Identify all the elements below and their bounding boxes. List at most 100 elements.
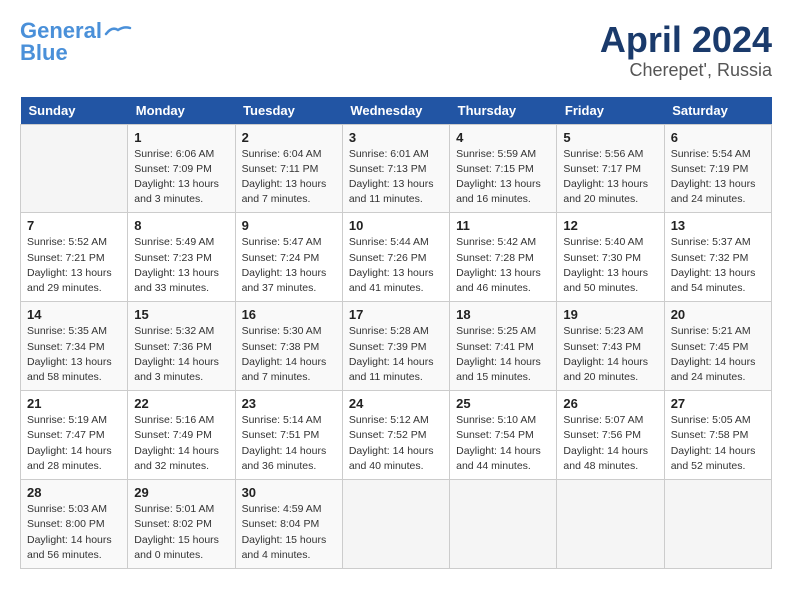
day-info: Sunrise: 6:01 AM Sunset: 7:13 PM Dayligh… [349,147,443,208]
day-number: 15 [134,307,228,322]
day-number: 20 [671,307,765,322]
day-cell: 17 Sunrise: 5:28 AM Sunset: 7:39 PM Dayli… [342,302,449,391]
day-number: 24 [349,396,443,411]
day-info: Sunrise: 6:06 AM Sunset: 7:09 PM Dayligh… [134,147,228,208]
day-cell [557,480,664,569]
day-number: 12 [563,218,657,233]
page-header: General Blue April 2024 Cherepet', Russi… [20,20,772,81]
logo-text: General Blue [20,20,102,64]
day-number: 22 [134,396,228,411]
day-info: Sunrise: 5:59 AM Sunset: 7:15 PM Dayligh… [456,147,550,208]
day-cell: 13 Sunrise: 5:37 AM Sunset: 7:32 PM Dayli… [664,213,771,302]
day-cell: 16 Sunrise: 5:30 AM Sunset: 7:38 PM Dayli… [235,302,342,391]
day-number: 8 [134,218,228,233]
day-number: 16 [242,307,336,322]
day-info: Sunrise: 5:40 AM Sunset: 7:30 PM Dayligh… [563,235,657,296]
day-info: Sunrise: 5:37 AM Sunset: 7:32 PM Dayligh… [671,235,765,296]
day-cell: 24 Sunrise: 5:12 AM Sunset: 7:52 PM Dayli… [342,391,449,480]
day-info: Sunrise: 5:23 AM Sunset: 7:43 PM Dayligh… [563,324,657,385]
day-info: Sunrise: 5:54 AM Sunset: 7:19 PM Dayligh… [671,147,765,208]
day-cell: 19 Sunrise: 5:23 AM Sunset: 7:43 PM Dayli… [557,302,664,391]
col-header-tuesday: Tuesday [235,97,342,125]
week-row-2: 7 Sunrise: 5:52 AM Sunset: 7:21 PM Daylig… [21,213,772,302]
day-cell [664,480,771,569]
day-number: 6 [671,130,765,145]
day-info: Sunrise: 5:52 AM Sunset: 7:21 PM Dayligh… [27,235,121,296]
day-number: 10 [349,218,443,233]
day-info: Sunrise: 5:44 AM Sunset: 7:26 PM Dayligh… [349,235,443,296]
day-number: 11 [456,218,550,233]
title-section: April 2024 Cherepet', Russia [600,20,772,81]
week-row-4: 21 Sunrise: 5:19 AM Sunset: 7:47 PM Dayli… [21,391,772,480]
day-cell: 10 Sunrise: 5:44 AM Sunset: 7:26 PM Dayli… [342,213,449,302]
day-cell: 12 Sunrise: 5:40 AM Sunset: 7:30 PM Dayli… [557,213,664,302]
day-cell: 6 Sunrise: 5:54 AM Sunset: 7:19 PM Daylig… [664,124,771,213]
header-row: SundayMondayTuesdayWednesdayThursdayFrid… [21,97,772,125]
col-header-saturday: Saturday [664,97,771,125]
day-info: Sunrise: 5:21 AM Sunset: 7:45 PM Dayligh… [671,324,765,385]
day-number: 13 [671,218,765,233]
day-cell: 11 Sunrise: 5:42 AM Sunset: 7:28 PM Dayli… [450,213,557,302]
col-header-wednesday: Wednesday [342,97,449,125]
day-cell: 20 Sunrise: 5:21 AM Sunset: 7:45 PM Dayli… [664,302,771,391]
day-info: Sunrise: 5:05 AM Sunset: 7:58 PM Dayligh… [671,413,765,474]
day-cell: 15 Sunrise: 5:32 AM Sunset: 7:36 PM Dayli… [128,302,235,391]
day-cell: 9Sunrise: 5:47 AM Sunset: 7:24 PM Daylig… [235,213,342,302]
day-number: 26 [563,396,657,411]
day-cell: 4Sunrise: 5:59 AM Sunset: 7:15 PM Daylig… [450,124,557,213]
day-number: 14 [27,307,121,322]
day-cell: 7 Sunrise: 5:52 AM Sunset: 7:21 PM Daylig… [21,213,128,302]
day-cell: 23 Sunrise: 5:14 AM Sunset: 7:51 PM Dayli… [235,391,342,480]
day-cell: 2 Sunrise: 6:04 AM Sunset: 7:11 PM Daylig… [235,124,342,213]
day-number: 9 [242,218,336,233]
day-cell: 3 Sunrise: 6:01 AM Sunset: 7:13 PM Daylig… [342,124,449,213]
logo-bird-icon [104,24,132,42]
day-number: 17 [349,307,443,322]
day-info: Sunrise: 5:42 AM Sunset: 7:28 PM Dayligh… [456,235,550,296]
day-number: 30 [242,485,336,500]
col-header-friday: Friday [557,97,664,125]
day-cell: 22 Sunrise: 5:16 AM Sunset: 7:49 PM Dayli… [128,391,235,480]
day-info: Sunrise: 5:56 AM Sunset: 7:17 PM Dayligh… [563,147,657,208]
week-row-1: 1Sunrise: 6:06 AM Sunset: 7:09 PM Daylig… [21,124,772,213]
day-info: Sunrise: 5:01 AM Sunset: 8:02 PM Dayligh… [134,502,228,563]
day-number: 27 [671,396,765,411]
day-cell: 26 Sunrise: 5:07 AM Sunset: 7:56 PM Dayli… [557,391,664,480]
day-number: 5 [563,130,657,145]
day-number: 25 [456,396,550,411]
day-number: 23 [242,396,336,411]
day-info: Sunrise: 5:14 AM Sunset: 7:51 PM Dayligh… [242,413,336,474]
day-number: 19 [563,307,657,322]
day-info: Sunrise: 6:04 AM Sunset: 7:11 PM Dayligh… [242,147,336,208]
day-info: Sunrise: 5:35 AM Sunset: 7:34 PM Dayligh… [27,324,121,385]
col-header-sunday: Sunday [21,97,128,125]
week-row-5: 28Sunrise: 5:03 AM Sunset: 8:00 PM Dayli… [21,480,772,569]
col-header-thursday: Thursday [450,97,557,125]
day-number: 2 [242,130,336,145]
col-header-monday: Monday [128,97,235,125]
day-info: Sunrise: 5:25 AM Sunset: 7:41 PM Dayligh… [456,324,550,385]
day-info: Sunrise: 5:32 AM Sunset: 7:36 PM Dayligh… [134,324,228,385]
day-cell: 29Sunrise: 5:01 AM Sunset: 8:02 PM Dayli… [128,480,235,569]
day-number: 21 [27,396,121,411]
day-cell: 1Sunrise: 6:06 AM Sunset: 7:09 PM Daylig… [128,124,235,213]
day-info: Sunrise: 5:10 AM Sunset: 7:54 PM Dayligh… [456,413,550,474]
day-cell: 5 Sunrise: 5:56 AM Sunset: 7:17 PM Daylig… [557,124,664,213]
day-info: Sunrise: 5:12 AM Sunset: 7:52 PM Dayligh… [349,413,443,474]
logo-line2: Blue [20,40,68,65]
day-info: Sunrise: 5:49 AM Sunset: 7:23 PM Dayligh… [134,235,228,296]
day-info: Sunrise: 5:19 AM Sunset: 7:47 PM Dayligh… [27,413,121,474]
day-cell: 14 Sunrise: 5:35 AM Sunset: 7:34 PM Dayli… [21,302,128,391]
day-info: Sunrise: 5:07 AM Sunset: 7:56 PM Dayligh… [563,413,657,474]
day-info: Sunrise: 5:16 AM Sunset: 7:49 PM Dayligh… [134,413,228,474]
day-number: 3 [349,130,443,145]
day-info: Sunrise: 5:30 AM Sunset: 7:38 PM Dayligh… [242,324,336,385]
day-number: 7 [27,218,121,233]
day-cell: 25 Sunrise: 5:10 AM Sunset: 7:54 PM Dayli… [450,391,557,480]
day-cell: 28Sunrise: 5:03 AM Sunset: 8:00 PM Dayli… [21,480,128,569]
day-cell [21,124,128,213]
day-info: Sunrise: 5:28 AM Sunset: 7:39 PM Dayligh… [349,324,443,385]
day-cell [342,480,449,569]
day-number: 18 [456,307,550,322]
logo: General Blue [20,20,132,64]
